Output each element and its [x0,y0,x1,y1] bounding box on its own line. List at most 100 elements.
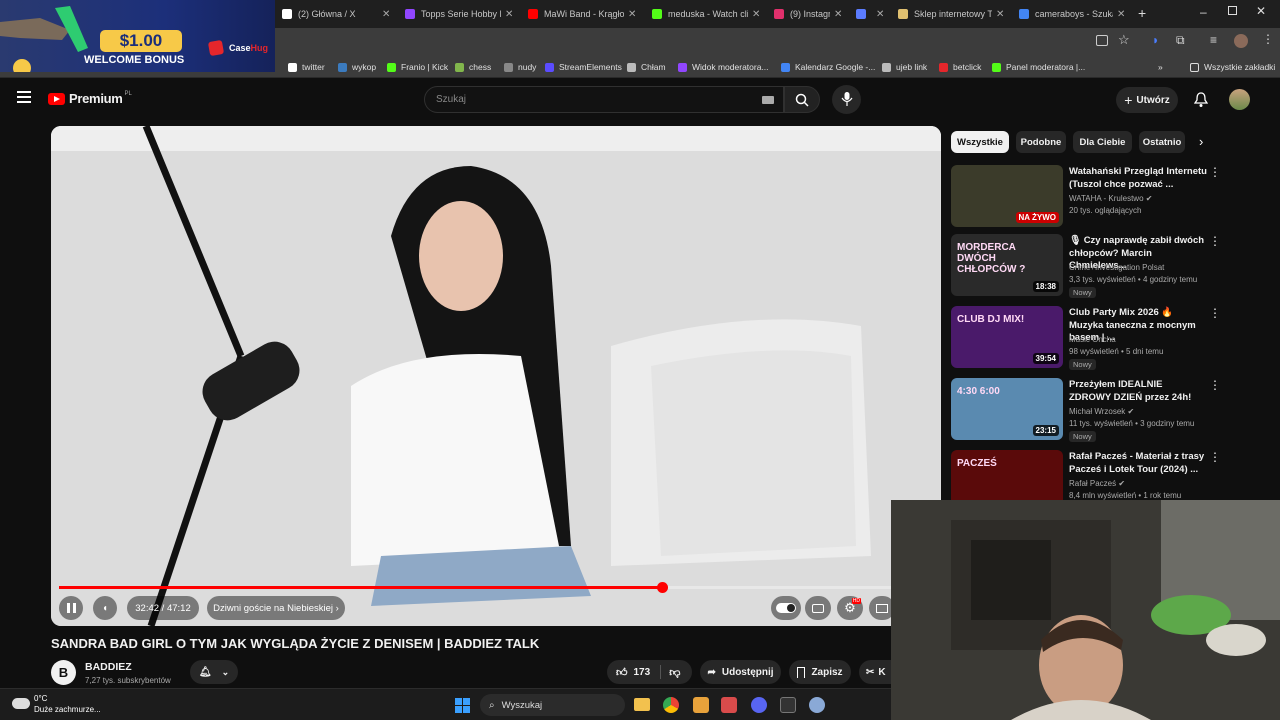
tab-close-icon[interactable]: ✕ [876,9,884,20]
extensions-icon[interactable]: ⧉ [1176,33,1185,48]
bookmark-item[interactable]: Panel moderatora |... [992,60,1085,74]
video-thumbnail[interactable]: CLUB DJ MIX! 39:54 [951,306,1063,368]
weather-cloud-icon[interactable] [12,698,30,709]
tab-close-icon[interactable]: ✕ [505,9,513,20]
subscribed-button[interactable]: 🔔︎ ⌄ [190,660,238,684]
recommended-video[interactable]: 4:30 6:00 23:15 Przeżyłem IDEALNIE ZDROWY … [951,378,1221,444]
bookmark-item[interactable]: StreamElements [545,60,622,74]
hamburger-menu-icon[interactable] [17,91,31,103]
chips-next-icon[interactable]: › [1199,134,1203,149]
close-window-button[interactable]: ✕ [1256,4,1266,18]
autoplay-toggle[interactable] [771,596,801,620]
more-options-icon[interactable]: ⋮ [1209,165,1221,179]
install-app-icon[interactable] [1096,35,1108,46]
bookmarks-overflow-icon[interactable]: » [1158,60,1163,74]
filter-chip[interactable]: Dla Ciebie [1073,131,1132,153]
browser-tab[interactable]: ✕ [848,3,884,25]
recommended-title[interactable]: Przeżyłem IDEALNIE ZDROWY DZIEŃ przez 24… [1069,379,1207,404]
filter-chip[interactable]: Wszystkie [951,131,1009,153]
video-thumbnail[interactable]: 4:30 6:00 23:15 [951,378,1063,440]
share-button[interactable]: ➦ Udostępnij [700,660,781,684]
bookmark-item[interactable]: betclick [939,60,981,74]
recommended-title[interactable]: Rafał Pacześ - Materiał z trasy Pacześ i… [1069,451,1207,476]
save-button[interactable]: Zapisz [789,660,851,684]
more-options-icon[interactable]: ⋮ [1209,378,1221,392]
tab-close-icon[interactable]: ✕ [628,9,636,20]
file-explorer-icon[interactable] [634,698,650,711]
recommended-video[interactable]: MORDERCA DWÓCH CHŁOPCÓW ? 18:38 🎙 Czy napr… [951,234,1221,300]
windows-start-icon[interactable] [455,698,470,713]
more-options-icon[interactable]: ⋮ [1209,450,1221,464]
bookmark-item[interactable]: twitter [288,60,325,74]
profile-avatar[interactable] [1234,34,1248,48]
bookmark-item[interactable]: Franio | Kick [387,60,448,74]
tab-close-icon[interactable]: ✕ [834,9,842,20]
video-player[interactable]: ◖ 32:42 / 47:12 Dziwni goście na Niebies… [51,126,941,626]
all-bookmarks-folder[interactable]: Wszystkie zakładki [1190,60,1275,74]
chrome-icon[interactable] [663,697,679,713]
account-avatar[interactable] [1229,89,1250,110]
browser-tab[interactable]: cameraboys - Szukaj w ✕ [1011,3,1129,25]
notifications-bell-icon[interactable] [1194,92,1208,108]
filter-chip[interactable]: Ostatnio [1139,131,1185,153]
chapter-button[interactable]: Dziwni goście na Niebieskiej › [207,596,345,620]
browser-menu-icon[interactable]: ⋮ [1262,32,1274,46]
browser-tab[interactable]: (2) Główna / X ✕ [274,3,394,25]
media-controls-icon[interactable]: ≡ [1210,33,1217,47]
settings-button[interactable]: ⚙ HD [837,596,863,620]
maximize-button[interactable] [1228,6,1237,15]
bookmark-item[interactable]: Kalendarz Google -... [781,60,875,74]
bookmark-star-icon[interactable]: ☆ [1118,32,1130,48]
more-options-icon[interactable]: ⋮ [1209,306,1221,320]
recommended-channel[interactable]: Michał Wrzosek ✔ [1069,407,1134,416]
discord-icon[interactable] [751,697,767,713]
channel-name[interactable]: BADDIEZ [85,661,132,673]
subtitles-button[interactable] [805,596,831,620]
recommended-channel[interactable]: Music Oncha [1069,335,1116,344]
filter-chip[interactable]: Podobne [1016,131,1066,153]
extension-bluetooth-icon[interactable]: ◗ [1152,33,1159,47]
browser-tab[interactable]: MaWi Band - Krągło ✕ [520,3,640,25]
recommended-title[interactable]: Watahański Przegląd Internetu (Tuszol ch… [1069,166,1207,191]
bookmark-item[interactable]: wykop [338,60,376,74]
clip-button[interactable]: ✂ K [859,660,891,684]
bookmark-item[interactable]: Widok moderatora... [678,60,769,74]
youtube-logo[interactable]: Premium PL [48,91,132,106]
recommended-channel[interactable]: Crime+Investigation Polsat [1069,263,1164,272]
browser-tab[interactable]: (9) Instagram ✕ [766,3,846,25]
bookmark-item[interactable]: chess [455,60,491,74]
game-app-icon[interactable] [693,697,709,713]
casino-ad-overlay[interactable]: $1.00 WELCOME BONUS CaseHug [0,0,275,72]
browser-tab[interactable]: meduska - Watch cli ✕ [644,3,764,25]
search-button[interactable] [784,86,820,113]
tab-close-icon[interactable]: ✕ [752,9,760,20]
taskbar-search-input[interactable]: ⌕ Wyszukaj [480,694,625,716]
progress-bar[interactable] [59,582,933,593]
bookmark-item[interactable]: ujeb link [882,60,927,74]
voice-search-button[interactable] [832,85,861,114]
recommended-video[interactable]: CLUB DJ MIX! 39:54 Club Party Mix 2026 🔥 M… [951,306,1221,372]
mute-button[interactable]: ◖ [93,596,117,620]
snipping-tool-icon[interactable] [721,697,737,713]
new-tab-button[interactable]: + [1138,5,1146,21]
bookmark-item[interactable]: nudy [504,60,536,74]
tab-close-icon[interactable]: ✕ [996,9,1004,20]
create-button[interactable]: + Utwórz [1116,87,1178,113]
bookmark-item[interactable]: Chłam [627,60,666,74]
video-thumbnail[interactable]: NA ŻYWO [951,165,1063,227]
minimize-button[interactable]: – [1200,5,1207,19]
dislike-button[interactable]: 👎︎ [661,666,680,679]
settings-app-icon[interactable] [809,697,825,713]
channel-avatar[interactable]: B [51,660,76,685]
recommended-video[interactable]: NA ŻYWO Watahański Przegląd Internetu (Tu… [951,165,1221,231]
more-options-icon[interactable]: ⋮ [1209,234,1221,248]
tab-close-icon[interactable]: ✕ [382,9,390,20]
recommended-channel[interactable]: Rafał Pacześ ✔ [1069,479,1125,488]
terminal-icon[interactable] [780,697,796,713]
keyboard-icon[interactable] [762,96,774,104]
tab-close-icon[interactable]: ✕ [1117,9,1125,20]
recommended-channel[interactable]: WATAHA - Krulestwo ✔ [1069,194,1152,203]
progress-scrubber[interactable] [657,582,669,593]
like-button[interactable]: 👍︎ 173 [607,666,650,679]
video-thumbnail[interactable]: MORDERCA DWÓCH CHŁOPCÓW ? 18:38 [951,234,1063,296]
